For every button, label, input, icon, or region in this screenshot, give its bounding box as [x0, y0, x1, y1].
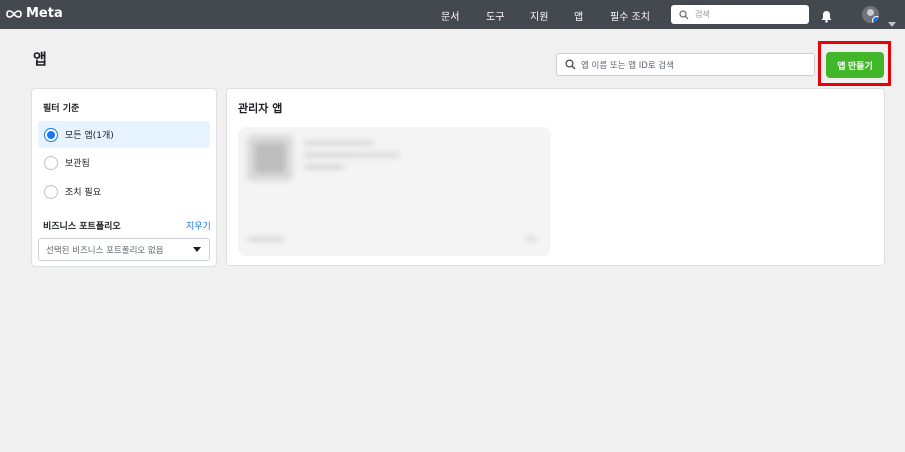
business-portfolio-select[interactable]: 선택된 비즈니스 포트폴리오 없음 [38, 238, 210, 261]
radio-selected-icon[interactable] [44, 127, 58, 142]
business-portfolio-title: 비즈니스 포트폴리오 [43, 222, 121, 232]
facebook-badge-icon [872, 16, 879, 23]
admin-apps-title: 관리자 앱 [238, 102, 283, 115]
page-title: 앱 [33, 50, 47, 68]
create-app-button[interactable]: 앱 만들기 [826, 52, 884, 78]
notifications-bell-icon[interactable] [820, 8, 833, 27]
radio-icon[interactable] [44, 155, 58, 170]
radio-icon[interactable] [44, 184, 58, 199]
avatar[interactable] [862, 6, 879, 23]
business-portfolio-select-value: 선택된 비즈니스 포트폴리오 없음 [46, 245, 164, 256]
admin-apps-panel: 관리자 앱 [226, 88, 885, 266]
app-icon [247, 135, 293, 181]
filter-option-label: 모든 앱(1개) [65, 131, 114, 141]
filter-option-label: 보관됨 [65, 159, 90, 169]
filter-option-label: 조치 필요 [65, 188, 101, 198]
meta-logo[interactable]: Meta [5, 6, 63, 21]
top-search-input[interactable]: 검색 [671, 5, 809, 24]
filter-title: 필터 기준 [43, 104, 80, 114]
app-search-input[interactable]: 앱 이름 또는 앱 ID로 검색 [556, 53, 815, 76]
dropdown-caret-icon [193, 247, 201, 252]
filter-option-action-required[interactable]: 조치 필요 [38, 178, 210, 205]
filter-option-all-apps[interactable]: 모든 앱(1개) [38, 121, 210, 148]
nav-support[interactable]: 지원 [530, 8, 548, 23]
app-card[interactable] [238, 127, 551, 256]
app-search-placeholder: 앱 이름 또는 앱 ID로 검색 [581, 60, 674, 71]
filter-option-archived[interactable]: 보관됨 [38, 149, 210, 176]
nav-tools[interactable]: 도구 [486, 8, 504, 23]
meta-infinity-icon [6, 9, 22, 18]
search-icon [679, 9, 689, 20]
nav-apps[interactable]: 앱 [574, 8, 583, 23]
nav-docs[interactable]: 문서 [441, 8, 459, 23]
clear-link[interactable]: 지우기 [186, 219, 211, 232]
top-search-placeholder: 검색 [695, 10, 710, 19]
logo-text: Meta [26, 6, 63, 21]
top-navigation-bar: Meta 문서 도구 지원 앱 필수 조치 검색 [0, 0, 905, 29]
chevron-down-icon[interactable] [888, 12, 896, 31]
filter-panel: 필터 기준 모든 앱(1개) 보관됨 조치 필요 비즈니스 포트폴리오 지우기 … [31, 88, 217, 267]
search-icon [565, 59, 576, 70]
nav-required-actions[interactable]: 필수 조치 [610, 8, 650, 23]
